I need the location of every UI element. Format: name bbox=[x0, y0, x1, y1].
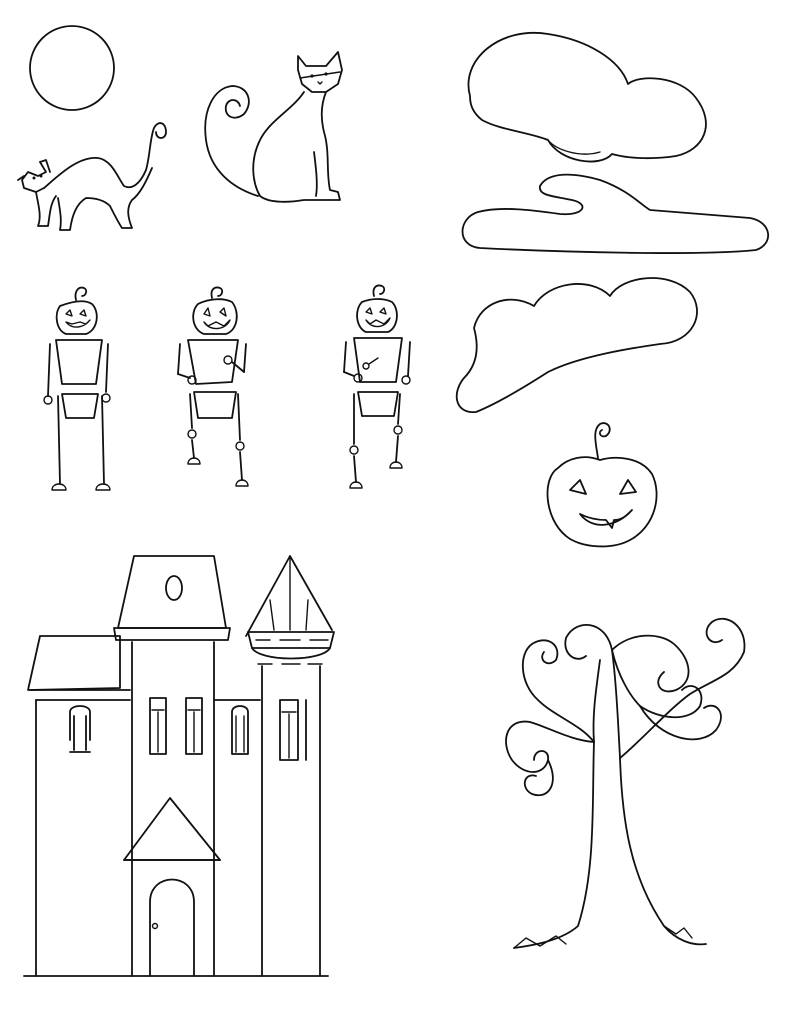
arched-black-cat bbox=[17, 122, 167, 231]
puffy-cloud bbox=[467, 31, 707, 163]
haunted-house bbox=[23, 555, 335, 977]
halloween-coloring-sheet bbox=[0, 0, 792, 1008]
pumpkin-skeleton-waving bbox=[177, 286, 249, 487]
sitting-cat bbox=[204, 51, 343, 203]
full-moon bbox=[29, 25, 115, 111]
spooky-tree bbox=[505, 617, 746, 949]
jack-o-lantern bbox=[546, 422, 658, 548]
long-flat-cloud bbox=[461, 173, 769, 254]
pumpkin-skeleton-standing bbox=[43, 286, 111, 491]
pumpkin-skeleton-dancing bbox=[343, 284, 411, 489]
middle-cloud bbox=[455, 277, 698, 413]
